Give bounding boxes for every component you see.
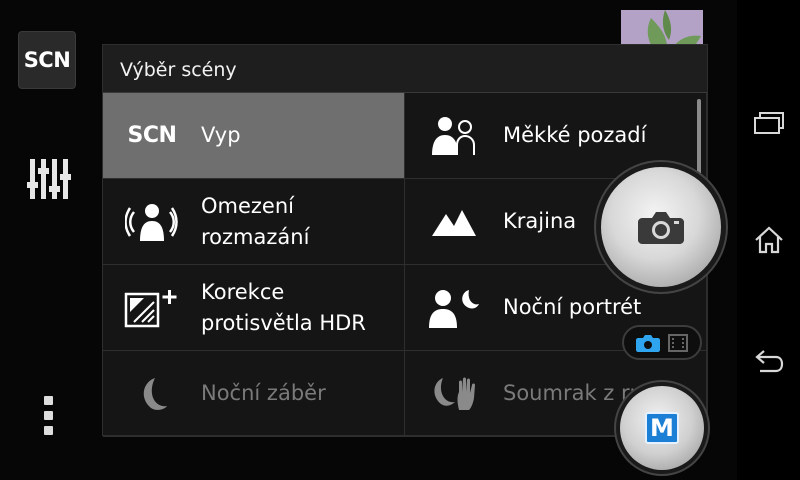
handheld-twilight-icon: [405, 351, 503, 436]
scene-item-label: Měkké pozadí: [503, 123, 647, 147]
shutter-button[interactable]: [601, 167, 721, 287]
scene-mode-button[interactable]: SCN: [18, 31, 76, 89]
scene-item-night-scene[interactable]: Noční záběr: [103, 351, 405, 437]
manual-mode-button[interactable]: M: [620, 386, 704, 470]
night-portrait-icon: [405, 265, 503, 351]
manual-mode-badge: M: [645, 412, 679, 444]
anti-blur-icon: [103, 179, 201, 265]
landscape-icon: [405, 179, 503, 265]
camera-icon: [636, 334, 660, 352]
left-rail: SCN: [0, 0, 100, 480]
video-icon: [668, 333, 688, 352]
scene-item-off[interactable]: SCN Vyp: [103, 93, 405, 179]
scene-item-label-line2: rozmazání: [201, 224, 310, 249]
back-icon[interactable]: [737, 336, 800, 386]
recent-apps-icon[interactable]: [737, 98, 800, 148]
scene-item-label-line1: Omezení: [201, 193, 294, 218]
scene-item-label: Krajina: [503, 209, 577, 233]
camera-icon: [638, 212, 684, 244]
sliders-icon: [27, 159, 71, 199]
menu-dot: [43, 411, 53, 420]
backlight-hdr-icon: [103, 265, 201, 351]
panel-title: Výběr scény: [103, 45, 707, 93]
scene-item-label: Noční portrét: [503, 295, 642, 319]
scene-item-label-line2: protisvětla HDR: [201, 310, 366, 335]
navigation-bar: [737, 0, 800, 480]
soft-background-icon: [405, 93, 503, 179]
settings-sliders-icon[interactable]: [27, 156, 71, 202]
scene-item-backlight-hdr[interactable]: Korekce protisvětla HDR: [103, 265, 405, 351]
scene-item-label: Vyp: [201, 123, 241, 147]
overflow-menu-icon[interactable]: [40, 396, 56, 446]
scene-item-label-line1: Korekce: [201, 279, 285, 304]
menu-dot: [43, 396, 53, 405]
scene-item-label: Noční záběr: [201, 381, 326, 405]
photo-video-toggle[interactable]: [622, 325, 702, 360]
scn-text-icon: SCN: [127, 123, 177, 148]
scene-item-anti-blur[interactable]: Omezení rozmazání: [103, 179, 405, 265]
night-scene-icon: [103, 351, 201, 437]
home-icon[interactable]: [737, 215, 800, 265]
menu-dot: [43, 426, 53, 435]
